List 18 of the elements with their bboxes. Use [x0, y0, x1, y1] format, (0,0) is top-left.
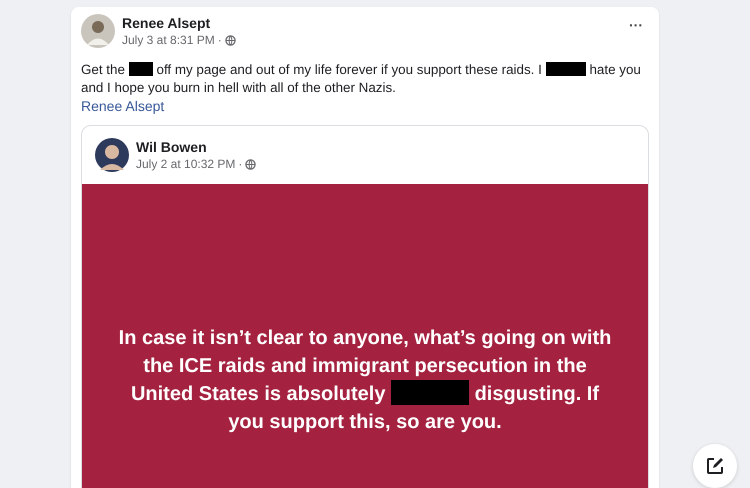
post-text: Get the off my page and out of my life forever if you support these raids. I hate you and I hope you burn in hell with all of the other Nazis.: [81, 61, 642, 97]
globe-icon: [224, 34, 236, 46]
quote-text: In case it isn’t clear to anyone, what’s going on with the ICE raids and immigrant persecution in the United States is absolutely disgusting. If you support this, so are you.: [118, 326, 612, 435]
avatar-icon[interactable]: [95, 138, 129, 172]
post-time[interactable]: July 3 at 8:31 PM: [122, 33, 215, 47]
author-name[interactable]: Renee Alsept: [122, 15, 236, 31]
separator-dot: ·: [238, 157, 242, 171]
avatar-icon[interactable]: [81, 14, 115, 48]
author-name[interactable]: Wil Bowen: [136, 139, 256, 155]
redaction-bar: [128, 62, 153, 76]
globe-icon: [245, 158, 256, 170]
more-options-button[interactable]: ···: [623, 17, 649, 33]
compose-button[interactable]: [693, 444, 737, 488]
separator-dot: ·: [218, 33, 222, 47]
profile-link[interactable]: Renee Alsept: [81, 98, 164, 114]
post-time[interactable]: July 2 at 10:32 PM: [136, 157, 236, 171]
redaction-bar: [546, 62, 586, 76]
edit-icon: [705, 456, 725, 476]
